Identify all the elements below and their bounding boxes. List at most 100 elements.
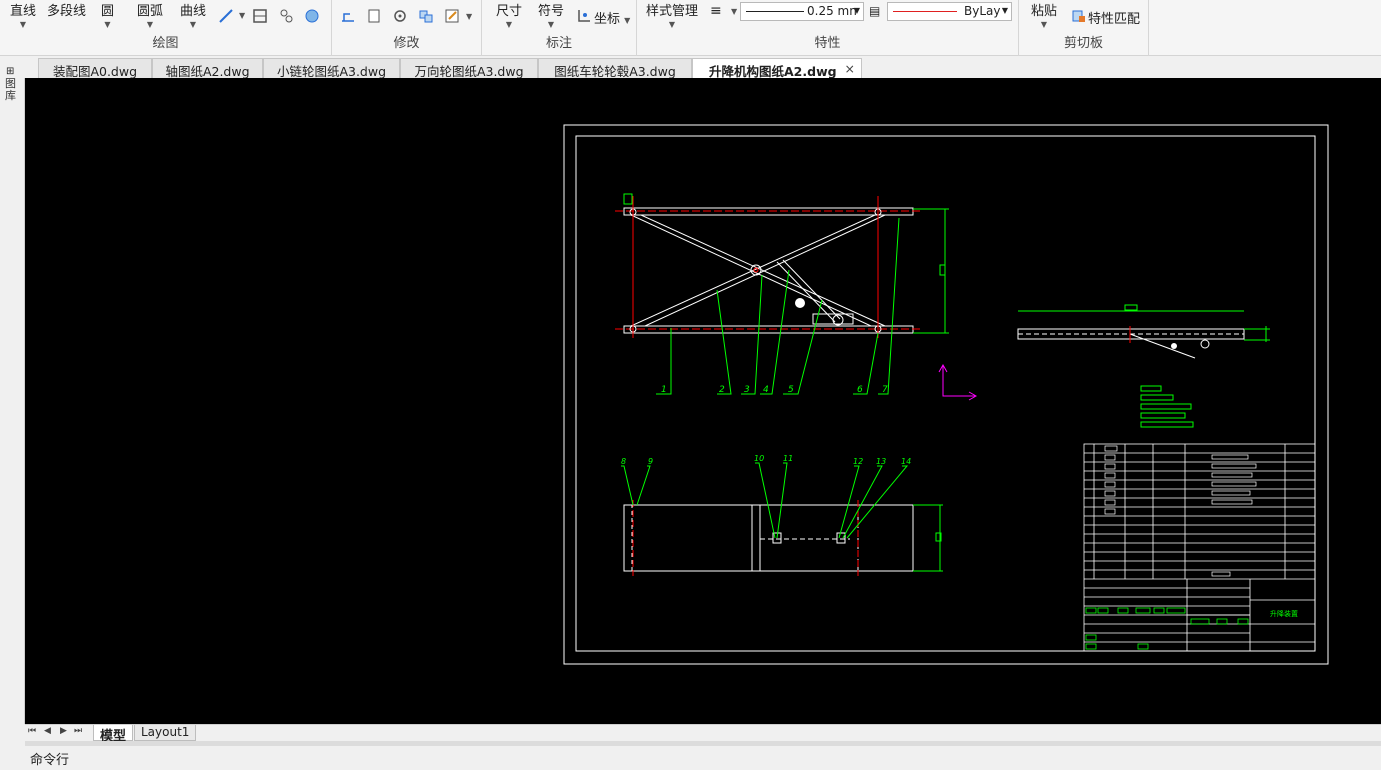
drawing-canvas[interactable]: 1 2 3 4 5 6 7 8 9 10 11 12 13 14 升降装置 [25,78,1381,724]
caret-down-icon: ▼ [853,6,860,15]
offset-icon[interactable] [340,8,356,24]
balloon-label: 10 [754,454,764,463]
annotate-group: 尺寸 ▼ 符号 ▼ 坐标 ▼ 标注 [482,0,637,56]
paste-label: 粘贴 [1031,4,1058,19]
paste-button[interactable]: 粘贴 ▼ [1031,0,1057,29]
tab-shaft-a2[interactable]: 轴图纸A2.dwg [152,58,263,79]
prev-layout-icon[interactable]: ◀ [44,726,51,736]
balloon-label: 2 [719,385,725,395]
side-view [1017,304,1270,359]
caret-down-icon: ▼ [1040,20,1048,29]
library-label: 图库 [5,77,16,102]
parts-list-cells [1104,445,1257,577]
caret-down-icon: ▼ [146,20,154,29]
tab-layout1[interactable]: Layout1 [134,725,197,741]
balloon-label: 8 [621,457,626,466]
caret-down-icon: ▼ [189,20,197,29]
parts-list-table [1083,443,1316,652]
match-properties-button[interactable]: 特性匹配 [1088,8,1140,27]
match-properties-icon[interactable] [1071,8,1087,24]
tab-label: 图纸车轮轮毂A3.dwg [554,64,676,79]
arc-button[interactable]: 圆弧 ▼ [137,0,163,29]
style-manager-button[interactable]: 样式管理 ▼ [646,0,698,29]
symbol-button[interactable]: 符号 ▼ [538,0,564,29]
circle-label: 圆 [101,4,115,19]
last-layout-icon[interactable]: ⏭ [74,726,82,736]
line-button[interactable]: 直线 ▼ [10,0,36,29]
drawing-svg[interactable]: 1 2 3 4 5 6 7 8 9 10 11 12 13 14 升降装置 [25,78,1381,724]
coordinate-label: 坐标 [594,12,621,27]
construction-line-icon[interactable] [218,8,234,24]
coordinate-button[interactable]: 坐标 ▼ [594,8,630,27]
polyline-button[interactable]: 多段线 [47,0,86,19]
symbol-label: 符号 [538,4,565,19]
clipboard-group: 粘贴 ▼ 特性匹配 剪切板 [1019,0,1149,56]
properties-group: 样式管理 ▼ ≡ ▼ 0.25 mn ▼ ▤ ByLay ▼ 特性 [637,0,1019,56]
tab-label: Layout1 [141,725,190,739]
ucs-icon [938,363,978,401]
tab-label: 万向轮图纸A3.dwg [414,64,524,79]
front-view: 1 2 3 4 5 6 7 [615,193,949,395]
caret-down-icon: ▼ [547,20,555,29]
tab-wheel-hub-a3[interactable]: 图纸车轮轮毂A3.dwg [538,58,692,79]
draw-group: 直线 ▼ 多段线 圆 ▼ 圆弧 ▼ 曲线 ▼ ▼ 绘图 [0,0,332,56]
library-side-panel[interactable]: ⊞ 图库 [0,66,25,724]
linetype-select[interactable]: ByLay ▼ [887,2,1012,21]
tab-label: 装配图A0.dwg [52,64,138,79]
lineweight-select[interactable]: 0.25 mn ▼ [740,2,864,21]
document-tabbar: 装配图A0.dwg 轴图纸A2.dwg 小链轮图纸A3.dwg 万向轮图纸A3.… [0,56,1381,79]
parts-notes-bars [1140,385,1194,428]
properties-edit-icon[interactable] [444,8,460,24]
linetype-list-icon[interactable]: ▤ [869,4,880,18]
balloon-label: 11 [783,454,793,463]
balloon-label: 9 [648,457,653,466]
modify-group: ▼ 修改 [332,0,482,56]
caret-down-icon[interactable]: ▼ [731,7,737,16]
next-layout-icon[interactable]: ▶ [60,726,67,736]
tab-lift-mechanism-a2[interactable]: 升降机构图纸A2.dwg × [692,58,862,79]
dimension-button[interactable]: 尺寸 ▼ [496,0,522,29]
caret-down-icon: ▼ [19,20,27,29]
balloon-label: 1 [661,385,667,395]
balloon-label: 5 [788,385,794,395]
coordinate-icon[interactable] [576,8,592,24]
title-block-text: 升降装置 [1270,609,1298,618]
command-line[interactable]: 命令行 [0,746,1381,770]
linetype-line-icon [893,11,957,12]
balloon-label: 7 [882,385,888,395]
balloon-label: 14 [901,457,911,466]
hatch-icon[interactable] [252,8,268,24]
lineweight-list-icon[interactable]: ≡ [710,3,722,19]
line-label: 直线 [10,4,37,19]
caret-down-icon[interactable]: ▼ [466,12,472,21]
copy-icon[interactable] [366,8,382,24]
circle-button[interactable]: 圆 ▼ [101,0,114,29]
array-icon[interactable] [418,8,434,24]
layout-tabbar: ⏮ ◀ ▶ ⏭ 模型 Layout1 [25,724,1381,744]
tab-caster-a3[interactable]: 万向轮图纸A3.dwg [400,58,538,79]
properties-group-label: 特性 [814,36,841,51]
caret-down-icon: ▼ [668,20,676,29]
tab-assembly-a0[interactable]: 装配图A0.dwg [38,58,152,79]
caret-down-icon: ▼ [1001,6,1008,15]
curve-button[interactable]: 曲线 ▼ [180,0,206,29]
sheet-outer-border [563,124,1329,665]
rotate-icon[interactable] [392,8,408,24]
linetype-value: ByLay [964,4,1001,18]
tab-label: 轴图纸A2.dwg [165,64,250,79]
caret-down-icon[interactable]: ▼ [239,11,245,20]
region-icon[interactable] [278,8,294,24]
close-tab-icon[interactable]: × [845,61,855,76]
first-layout-icon[interactable]: ⏮ [28,726,36,736]
boundary-icon[interactable] [304,8,320,24]
clipboard-group-label: 剪切板 [1063,36,1103,51]
tab-label: 小链轮图纸A3.dwg [276,64,387,79]
balloon-label: 6 [857,385,863,395]
tab-small-sprocket-a3[interactable]: 小链轮图纸A3.dwg [263,58,400,79]
arc-label: 圆弧 [137,4,164,19]
tab-model[interactable]: 模型 [93,725,134,744]
caret-down-icon: ▼ [505,20,513,29]
curve-label: 曲线 [180,4,207,19]
balloon-label: 12 [853,457,863,466]
lineweight-value: 0.25 mn [807,4,857,18]
